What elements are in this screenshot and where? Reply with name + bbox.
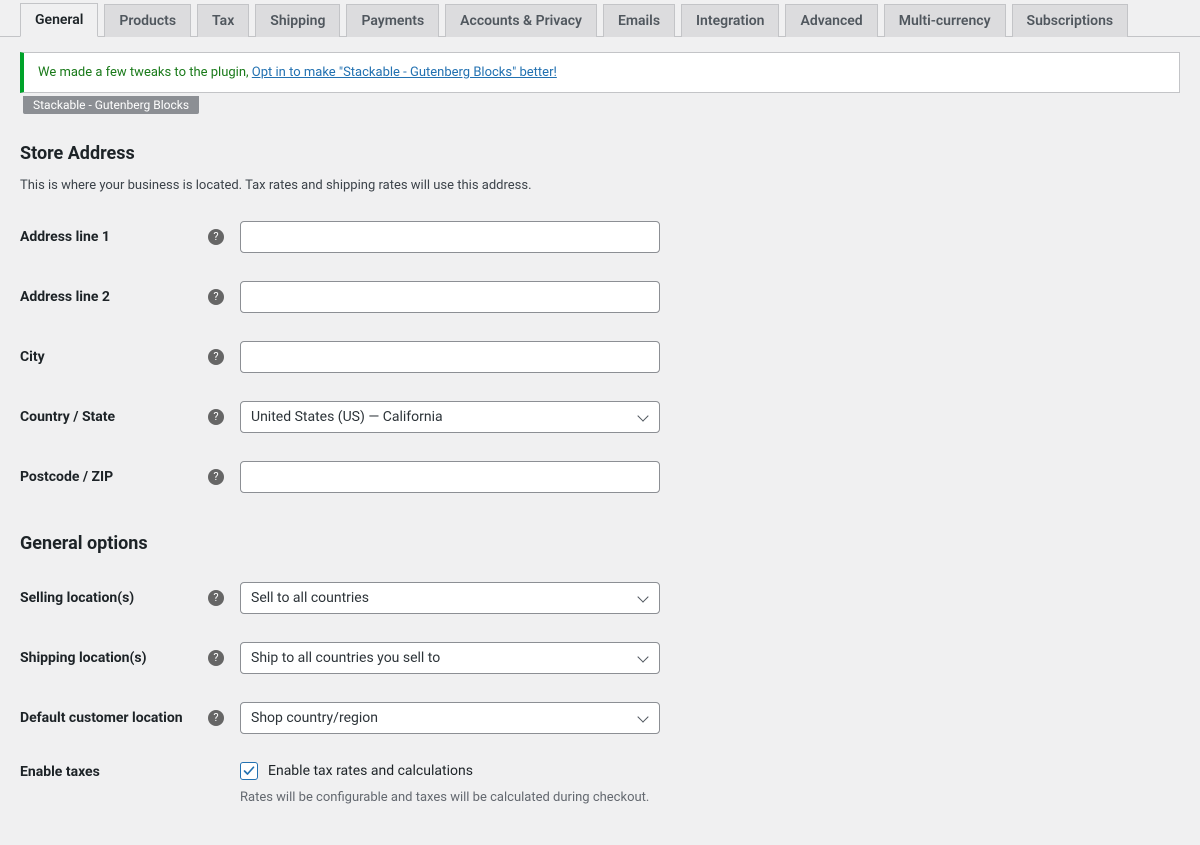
row-shipping-locations: Shipping location(s) ? Ship to all count… — [20, 642, 1180, 674]
address-line-2-input[interactable] — [240, 281, 660, 313]
label-city: City — [20, 349, 45, 365]
notice-source-tag: Stackable - Gutenberg Blocks — [23, 96, 199, 114]
selling-locations-value: Sell to all countries — [251, 590, 369, 606]
help-icon[interactable]: ? — [208, 710, 224, 726]
row-enable-taxes: Enable taxes Enable tax rates and calcul… — [20, 762, 1180, 805]
row-country-state: Country / State ? United States (US) — C… — [20, 401, 1180, 433]
help-icon[interactable]: ? — [208, 650, 224, 666]
row-postcode: Postcode / ZIP ? — [20, 461, 1180, 493]
tab-general[interactable]: General — [20, 3, 98, 37]
chevron-down-icon — [639, 593, 649, 603]
enable-taxes-checkbox-label: Enable tax rates and calculations — [268, 763, 473, 779]
enable-taxes-desc: Rates will be configurable and taxes wil… — [240, 790, 840, 805]
help-icon[interactable]: ? — [208, 590, 224, 606]
label-address-line-2: Address line 2 — [20, 289, 110, 305]
tab-payments[interactable]: Payments — [346, 4, 439, 37]
help-icon[interactable]: ? — [208, 229, 224, 245]
label-shipping-locations: Shipping location(s) — [20, 650, 147, 666]
address-line-1-input[interactable] — [240, 221, 660, 253]
notice-text: We made a few tweaks to the plugin, — [38, 65, 252, 80]
country-state-select[interactable]: United States (US) — California — [240, 401, 660, 433]
check-icon — [243, 765, 255, 777]
chevron-down-icon — [639, 713, 649, 723]
default-customer-location-select[interactable]: Shop country/region — [240, 702, 660, 734]
section-title-general-options: General options — [20, 533, 1180, 554]
default-customer-location-value: Shop country/region — [251, 710, 378, 726]
settings-tabs: General Products Tax Shipping Payments A… — [20, 0, 1200, 36]
tab-emails[interactable]: Emails — [603, 4, 675, 37]
tab-subscriptions[interactable]: Subscriptions — [1012, 4, 1129, 37]
tab-advanced[interactable]: Advanced — [785, 4, 877, 37]
help-icon[interactable]: ? — [208, 409, 224, 425]
chevron-down-icon — [639, 412, 649, 422]
label-postcode: Postcode / ZIP — [20, 469, 113, 485]
tab-integration[interactable]: Integration — [681, 4, 779, 37]
row-address-line-2: Address line 2 ? — [20, 281, 1180, 313]
shipping-locations-value: Ship to all countries you sell to — [251, 650, 440, 666]
chevron-down-icon — [639, 653, 649, 663]
tab-accounts-privacy[interactable]: Accounts & Privacy — [445, 4, 597, 37]
label-country-state: Country / State — [20, 409, 115, 425]
notice-optin-link[interactable]: Opt in to make "Stackable - Gutenberg Bl… — [252, 65, 557, 80]
label-enable-taxes: Enable taxes — [20, 764, 100, 780]
shipping-locations-select[interactable]: Ship to all countries you sell to — [240, 642, 660, 674]
row-selling-locations: Selling location(s) ? Sell to all countr… — [20, 582, 1180, 614]
section-title-store-address: Store Address — [20, 143, 1180, 164]
help-icon[interactable]: ? — [208, 349, 224, 365]
help-icon[interactable]: ? — [208, 469, 224, 485]
city-input[interactable] — [240, 341, 660, 373]
tab-shipping[interactable]: Shipping — [255, 4, 340, 37]
selling-locations-select[interactable]: Sell to all countries — [240, 582, 660, 614]
country-state-value: United States (US) — California — [251, 409, 443, 425]
label-selling-locations: Selling location(s) — [20, 590, 134, 606]
row-address-line-1: Address line 1 ? — [20, 221, 1180, 253]
label-default-customer-location: Default customer location — [20, 710, 183, 726]
row-default-customer-location: Default customer location ? Shop country… — [20, 702, 1180, 734]
section-desc-store-address: This is where your business is located. … — [20, 178, 1180, 193]
tab-multi-currency[interactable]: Multi-currency — [884, 4, 1006, 37]
tab-products[interactable]: Products — [104, 4, 191, 37]
label-address-line-1: Address line 1 — [20, 229, 110, 245]
plugin-notice: We made a few tweaks to the plugin, Opt … — [20, 52, 1180, 93]
enable-taxes-checkbox[interactable] — [240, 762, 258, 780]
postcode-input[interactable] — [240, 461, 660, 493]
help-icon[interactable]: ? — [208, 289, 224, 305]
tab-tax[interactable]: Tax — [197, 4, 249, 37]
row-city: City ? — [20, 341, 1180, 373]
